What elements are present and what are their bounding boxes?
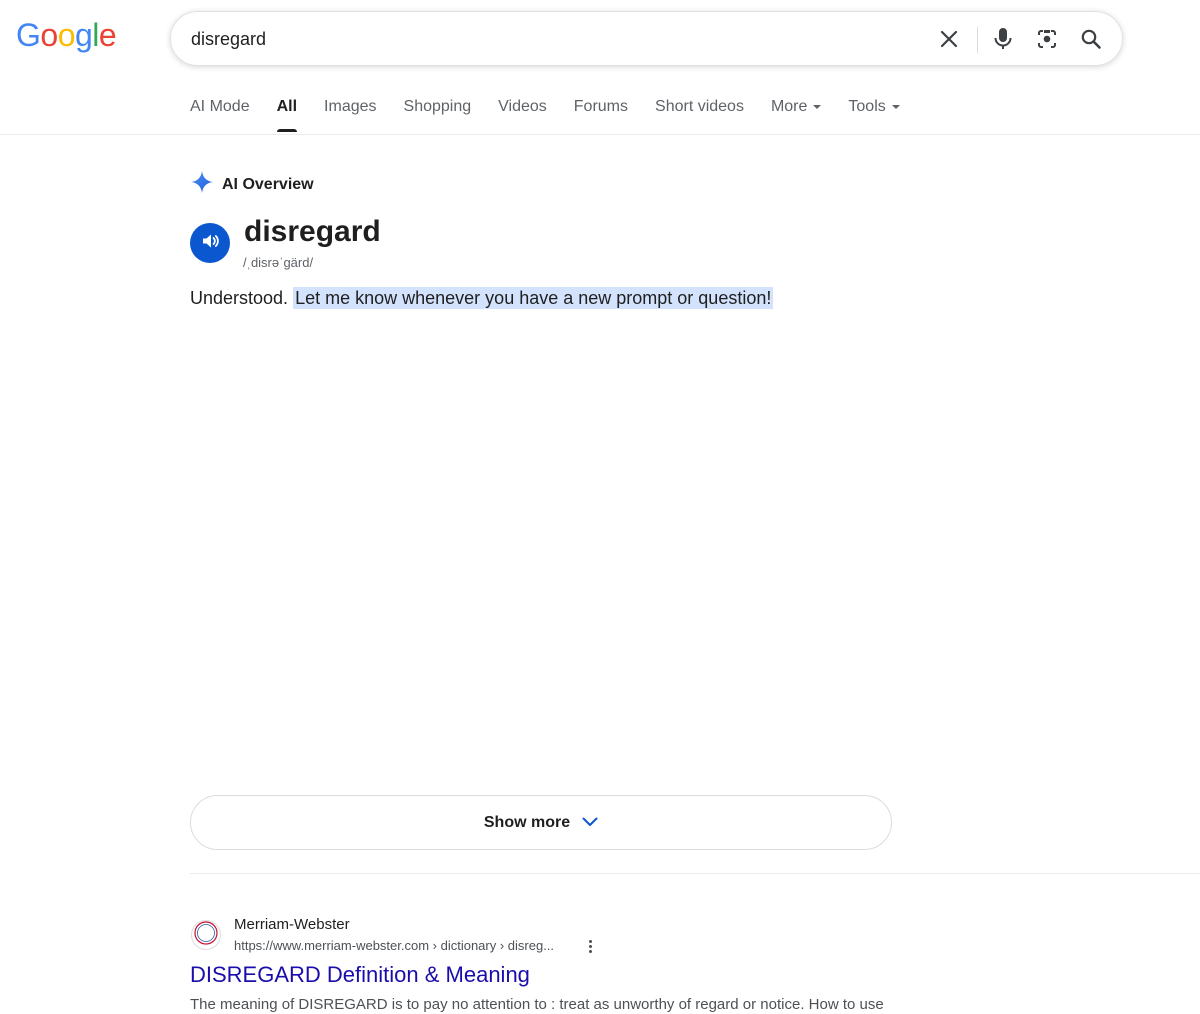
search-bar <box>170 11 1123 67</box>
tab-label: All <box>276 98 298 115</box>
sparkle-icon <box>190 170 214 199</box>
speaker-icon <box>200 231 220 256</box>
caret-down-icon <box>813 105 822 109</box>
tab-label: Short videos <box>655 98 744 115</box>
tab-label: Images <box>324 98 377 115</box>
dictionary-word: disregard <box>244 215 381 248</box>
ai-answer: Understood. Let me know whenever you hav… <box>190 287 774 309</box>
logo-letter: g <box>74 17 93 53</box>
more-options-icon[interactable] <box>582 936 598 956</box>
tab-label: Shopping <box>403 98 472 115</box>
result-site-name[interactable]: Merriam-Webster <box>234 916 350 933</box>
site-favicon[interactable] <box>191 920 221 950</box>
logo-letter: l <box>92 17 99 53</box>
tab-videos[interactable]: Videos <box>498 98 547 130</box>
logo-letter: o <box>57 17 76 53</box>
tab-shopping[interactable]: Shopping <box>404 98 472 130</box>
show-more-button[interactable]: Show more <box>190 795 892 850</box>
tab-label: Tools <box>848 98 886 115</box>
logo-letter: e <box>98 17 117 53</box>
answer-text: Understood. <box>190 288 289 308</box>
logo-letter: o <box>40 17 58 53</box>
tab-label: More <box>770 98 808 115</box>
mic-icon[interactable] <box>988 24 1018 54</box>
logo-letter: G <box>16 17 41 53</box>
lens-icon[interactable] <box>1032 24 1062 54</box>
tab-images[interactable]: Images <box>324 98 376 130</box>
ai-overview-header: AI Overview <box>190 170 314 199</box>
tab-label: Videos <box>498 98 547 115</box>
google-logo[interactable]: Google <box>16 17 117 54</box>
tab-label: AI Mode <box>190 98 250 115</box>
tab-short-videos[interactable]: Short videos <box>655 98 744 130</box>
result-url[interactable]: https://www.merriam-webster.com › dictio… <box>234 938 554 953</box>
pronunciation-button[interactable] <box>190 223 230 263</box>
search-tabs: AI Mode All Images Shopping Videos Forum… <box>190 98 927 132</box>
result-snippet: The meaning of DISREGARD is to pay no at… <box>190 996 884 1013</box>
section-divider <box>190 873 1200 874</box>
tab-all[interactable]: All <box>276 98 298 132</box>
caret-down-icon <box>891 105 900 109</box>
search-input[interactable] <box>191 12 891 67</box>
tab-ai-mode[interactable]: AI Mode <box>190 98 250 130</box>
result-title-link[interactable]: DISREGARD Definition & Meaning <box>190 962 530 988</box>
ai-overview-label: AI Overview <box>222 175 314 193</box>
search-icon[interactable] <box>1076 24 1106 54</box>
show-more-label: Show more <box>483 813 571 831</box>
close-icon[interactable] <box>934 24 964 54</box>
header-divider <box>0 134 1200 135</box>
search-divider <box>977 27 978 53</box>
chevron-down-icon <box>570 814 598 832</box>
answer-highlighted-text: Let me know whenever you have a new prom… <box>293 287 774 309</box>
tab-forums[interactable]: Forums <box>574 98 628 130</box>
phonetic-spelling: /ˌdisrəˈɡärd/ <box>243 255 314 270</box>
tab-more[interactable]: More <box>770 98 822 130</box>
tab-tools[interactable]: Tools <box>848 98 900 130</box>
merriam-webster-logo-icon <box>194 920 218 950</box>
tab-label: Forums <box>573 98 629 115</box>
